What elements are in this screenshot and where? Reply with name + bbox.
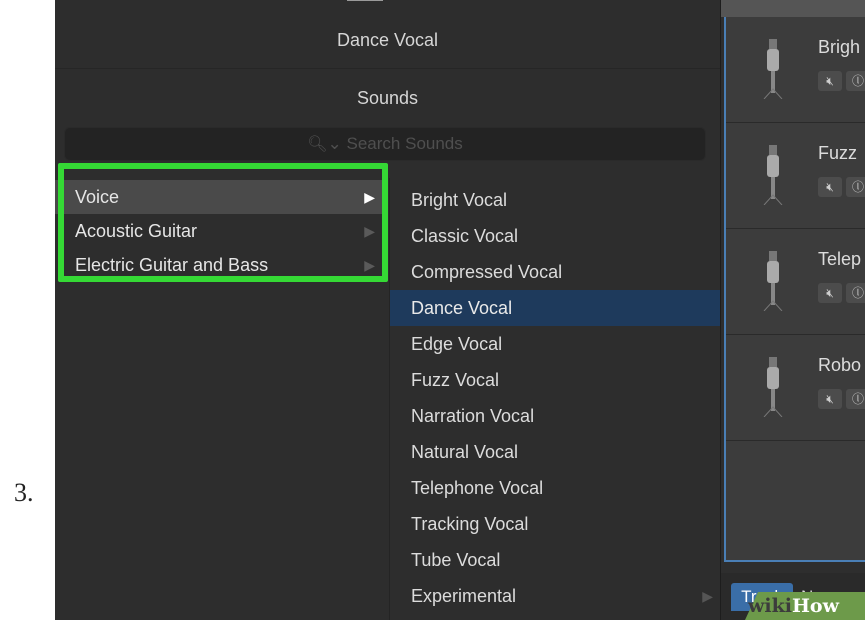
microphone-icon: [763, 251, 783, 311]
sound-item-experimental[interactable]: Experimental ▶: [390, 578, 721, 614]
sound-item-narration-vocal[interactable]: Narration Vocal: [390, 398, 721, 434]
search-icon: 🔍︎: [307, 136, 328, 153]
sound-item-dance-vocal[interactable]: Dance Vocal: [390, 290, 721, 326]
sound-label: Dance Vocal: [411, 298, 513, 318]
track-name: Telep: [818, 249, 862, 269]
sound-label: Compressed Vocal: [411, 262, 563, 282]
mute-icon: 🔇︎: [826, 74, 834, 88]
highlight-box: [58, 163, 388, 282]
headphones-icon: ⓛ: [851, 74, 864, 88]
sound-label: Natural Vocal: [411, 442, 519, 462]
step-number: 3.: [14, 478, 34, 507]
track-row[interactable]: Telep 🔇︎ ⓛ: [726, 229, 865, 335]
sound-label: Tracking Vocal: [411, 514, 529, 534]
triangle-right-icon: ▶: [702, 588, 713, 604]
garageband-window: Dance Vocal Sounds 🔍︎⌄ Search Sounds Voi…: [55, 0, 865, 620]
mute-button[interactable]: 🔇︎: [818, 283, 842, 303]
sound-label: Experimental: [411, 586, 517, 606]
tracks-topbar: [721, 0, 865, 17]
wikihow-watermark: wikiHow: [748, 592, 839, 620]
sound-label: Tube Vocal: [411, 550, 501, 570]
track-name: Robo: [818, 355, 862, 375]
track-name: Fuzz: [818, 143, 858, 163]
sound-item-telephone-vocal[interactable]: Telephone Vocal: [390, 470, 721, 506]
watermark-how: How: [791, 595, 839, 617]
mute-button[interactable]: 🔇︎: [818, 177, 842, 197]
sound-item-compressed-vocal[interactable]: Compressed Vocal: [390, 254, 721, 290]
headphones-icon: ⓛ: [851, 286, 864, 300]
library-panel: Dance Vocal Sounds 🔍︎⌄ Search Sounds Voi…: [55, 0, 721, 620]
sound-item-tube-vocal[interactable]: Tube Vocal: [390, 542, 721, 578]
sound-label: Bright Vocal: [411, 190, 508, 210]
track-row[interactable]: Robo 🔇︎ ⓛ: [726, 335, 865, 441]
sound-item-fuzz-vocal[interactable]: Fuzz Vocal: [390, 362, 721, 398]
track-row[interactable]: Fuzz 🔇︎ ⓛ: [726, 123, 865, 229]
mute-button[interactable]: 🔇︎: [818, 71, 842, 91]
mute-button[interactable]: 🔇︎: [818, 389, 842, 409]
track-name: Brigh: [818, 37, 861, 57]
track-row[interactable]: Brigh 🔇︎ ⓛ: [726, 17, 865, 123]
sound-item-edge-vocal[interactable]: Edge Vocal: [390, 326, 721, 362]
sound-item-tracking-vocal[interactable]: Tracking Vocal: [390, 506, 721, 542]
microphone-icon: [763, 357, 783, 417]
sound-label: Telephone Vocal: [411, 478, 544, 498]
mute-icon: 🔇︎: [826, 392, 834, 406]
sound-item-bright-vocal[interactable]: Bright Vocal: [390, 182, 721, 218]
sound-label: Edge Vocal: [411, 334, 503, 354]
sounds-header: Sounds: [55, 68, 720, 120]
chevron-down-icon: ⌄: [327, 134, 342, 153]
headphones-icon: ⓛ: [851, 392, 864, 406]
tracks-panel: Brigh 🔇︎ ⓛ Fuzz 🔇︎ ⓛ Telep 🔇︎ ⓛ Robo 🔇︎ …: [720, 0, 865, 620]
sound-label: Narration Vocal: [411, 406, 535, 426]
microphone-icon: [763, 145, 783, 205]
sound-label: Classic Vocal: [411, 226, 519, 246]
solo-button[interactable]: ⓛ: [846, 283, 865, 303]
patch-icon: [347, 0, 383, 1]
sound-label: Fuzz Vocal: [411, 370, 500, 390]
track-list: Brigh 🔇︎ ⓛ Fuzz 🔇︎ ⓛ Telep 🔇︎ ⓛ Robo 🔇︎ …: [724, 17, 865, 562]
headphones-icon: ⓛ: [851, 180, 864, 194]
solo-button[interactable]: ⓛ: [846, 71, 865, 91]
search-placeholder: Search Sounds: [346, 134, 463, 153]
sound-item-classic-vocal[interactable]: Classic Vocal: [390, 218, 721, 254]
patch-name: Dance Vocal: [336, 30, 439, 50]
microphone-icon: [763, 39, 783, 99]
solo-button[interactable]: ⓛ: [846, 177, 865, 197]
sounds-list: Bright Vocal Classic Vocal Compressed Vo…: [389, 178, 721, 620]
sound-item-natural-vocal[interactable]: Natural Vocal: [390, 434, 721, 470]
search-sounds-input[interactable]: 🔍︎⌄ Search Sounds: [64, 127, 706, 161]
watermark-wiki: wiki: [748, 595, 792, 617]
mute-icon: 🔇︎: [826, 286, 834, 300]
mute-icon: 🔇︎: [826, 180, 834, 194]
solo-button[interactable]: ⓛ: [846, 389, 865, 409]
